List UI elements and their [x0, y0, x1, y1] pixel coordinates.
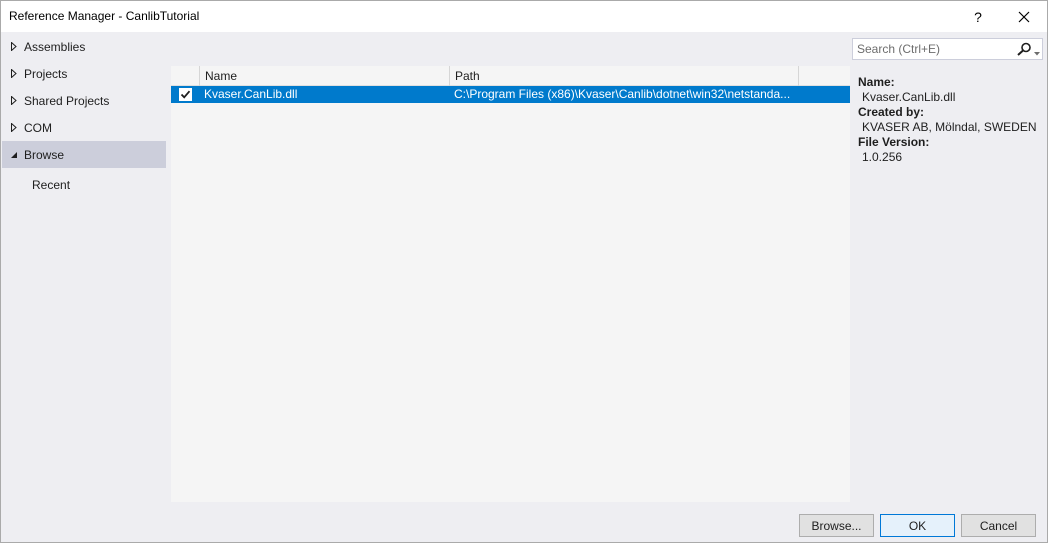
search-input[interactable]	[853, 39, 1013, 59]
collapse-arrow-icon	[10, 150, 18, 160]
expand-arrow-icon	[10, 96, 18, 106]
expand-arrow-icon	[10, 42, 18, 52]
nav-item-com[interactable]: COM	[2, 114, 166, 141]
cancel-button[interactable]: Cancel	[961, 514, 1036, 537]
search-icon[interactable]	[1016, 42, 1032, 56]
nav-item-assemblies[interactable]: Assemblies	[2, 33, 166, 60]
nav-item-label: Projects	[24, 66, 68, 81]
table-row[interactable]: Kvaser.CanLib.dll C:\Program Files (x86)…	[171, 86, 850, 103]
reference-manager-window: Reference Manager - CanlibTutorial ? Ass…	[0, 0, 1048, 543]
nav-item-label: Shared Projects	[24, 93, 110, 108]
nav-subitem-label: Recent	[32, 177, 71, 192]
nav-item-shared-projects[interactable]: Shared Projects	[2, 87, 166, 114]
row-checkbox[interactable]	[179, 88, 192, 101]
detail-created-label: Created by:	[858, 105, 925, 119]
detail-name-value: Kvaser.CanLib.dll	[862, 90, 956, 104]
help-button[interactable]: ?	[955, 1, 1001, 32]
check-icon	[180, 90, 191, 99]
row-path: C:\Program Files (x86)\Kvaser\Canlib\dot…	[454, 87, 791, 101]
detail-name-label: Name:	[858, 75, 895, 89]
search-box	[852, 38, 1043, 60]
list-header: Name Path	[171, 66, 850, 86]
window-title: Reference Manager - CanlibTutorial	[9, 9, 200, 23]
column-header-filler	[799, 66, 850, 86]
title-bar: Reference Manager - CanlibTutorial ?	[1, 1, 1047, 32]
close-icon	[1018, 11, 1030, 22]
reference-list: Name Path Kvaser.CanLib.dll C:\Program F…	[171, 66, 850, 502]
search-dropdown-icon[interactable]	[1033, 46, 1041, 56]
expand-arrow-icon	[10, 123, 18, 133]
ok-button[interactable]: OK	[880, 514, 955, 537]
detail-version-label: File Version:	[858, 135, 930, 149]
nav-item-browse[interactable]: Browse	[2, 141, 166, 168]
browse-button[interactable]: Browse...	[799, 514, 874, 537]
close-button[interactable]	[1001, 1, 1047, 32]
expand-arrow-icon	[10, 69, 18, 79]
detail-version-value: 1.0.256	[862, 150, 903, 164]
nav-subitem-recent[interactable]: Recent	[2, 171, 166, 198]
left-nav: Assemblies Projects Shared Projects COM …	[2, 32, 170, 504]
row-name: Kvaser.CanLib.dll	[204, 87, 298, 101]
detail-created-value: KVASER AB, Mölndal, SWEDEN	[862, 120, 1037, 134]
nav-item-projects[interactable]: Projects	[2, 60, 166, 87]
nav-item-label: Browse	[24, 147, 65, 162]
details-panel: Name: Kvaser.CanLib.dll Created by: KVAS…	[858, 75, 1043, 165]
column-header-name[interactable]: Name	[200, 66, 450, 86]
nav-item-label: Assemblies	[24, 39, 86, 54]
column-header-path[interactable]: Path	[450, 66, 799, 86]
nav-item-label: COM	[24, 120, 52, 135]
column-header-check[interactable]	[171, 66, 200, 86]
